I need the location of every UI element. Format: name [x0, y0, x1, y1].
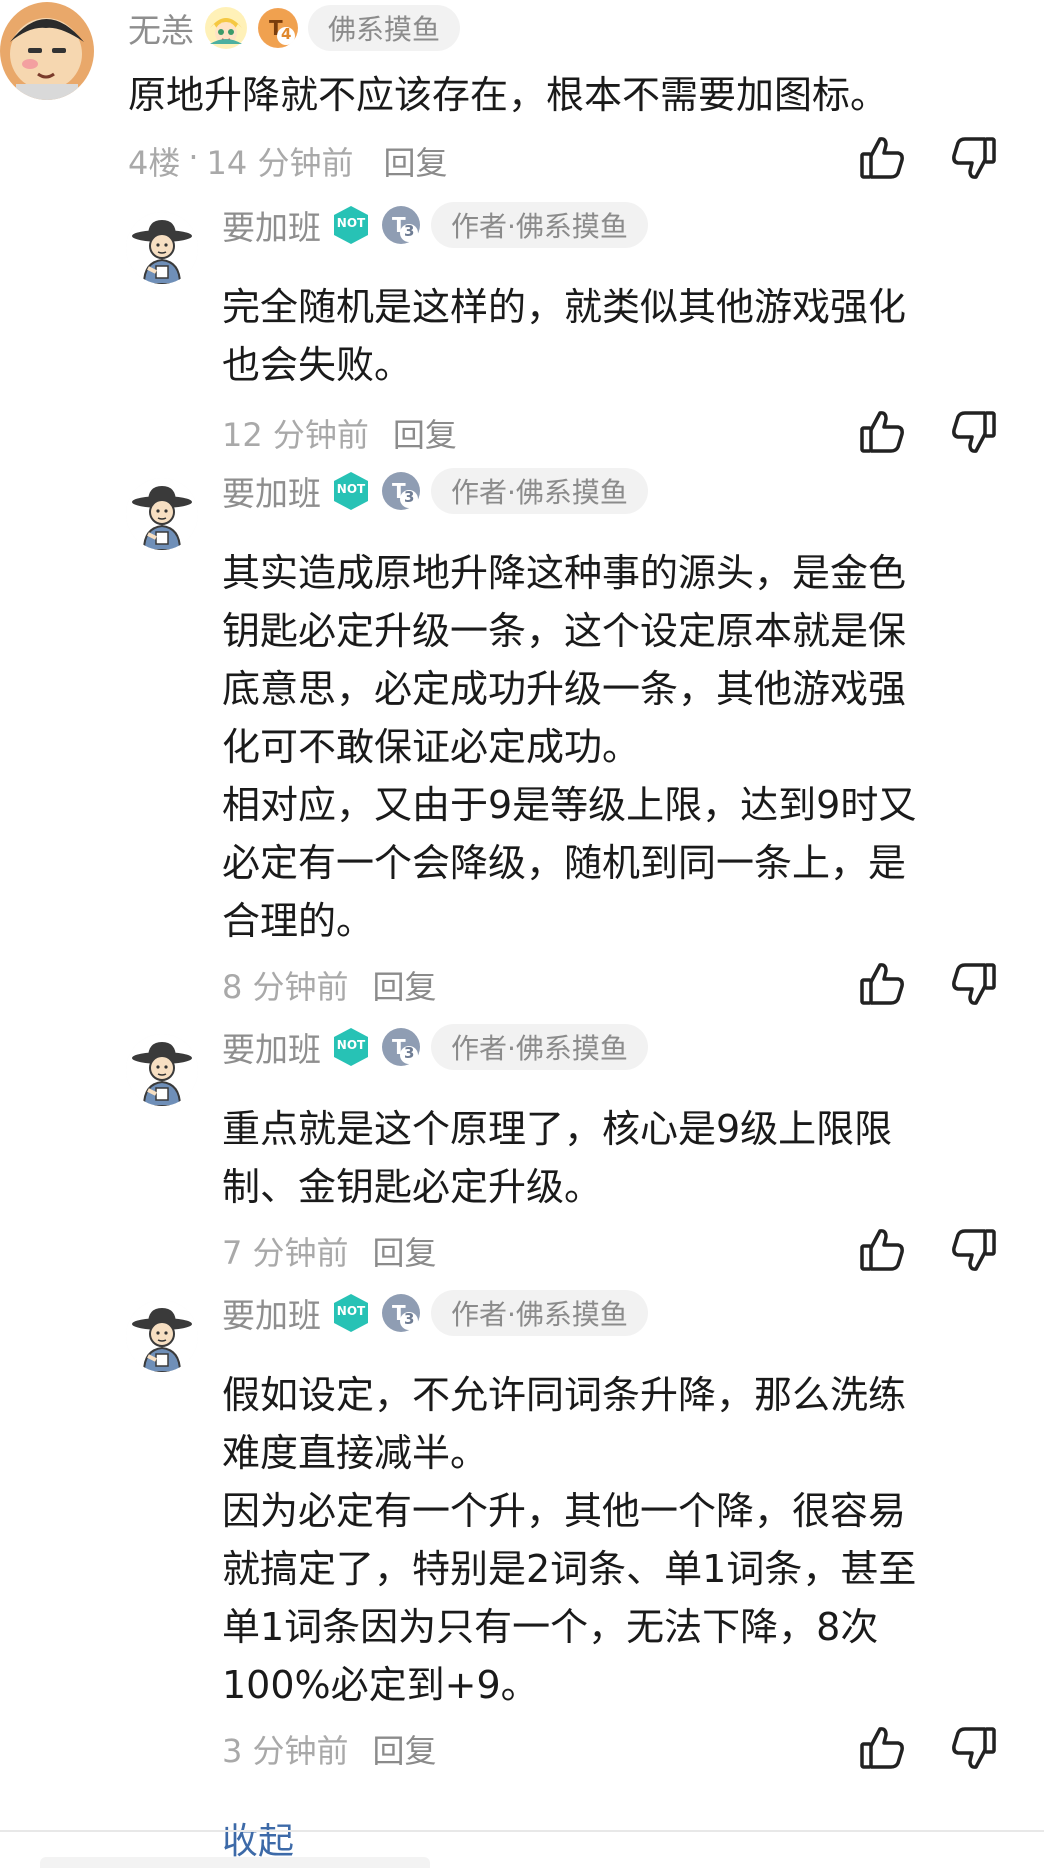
level-badge: T 3	[381, 1027, 421, 1067]
level-number: 3	[404, 1044, 415, 1062]
comment-line: 就搞定了，特别是2词条、单1词条，甚至	[222, 1547, 917, 1591]
comment-line: 合理的。	[222, 899, 375, 943]
level-badge: T 3	[381, 205, 421, 245]
author-tag[interactable]: 作者·佛系摸鱼	[431, 1290, 648, 1336]
reply-button[interactable]: 回复	[373, 1726, 437, 1772]
author-name[interactable]: 要加班	[222, 1289, 321, 1337]
reply-button[interactable]: 回复	[373, 1228, 437, 1274]
avatar[interactable]	[126, 478, 198, 550]
author-tag[interactable]: 作者·佛系摸鱼	[431, 202, 648, 248]
comment-line: 难度直接减半。	[222, 1431, 489, 1475]
dislike-button[interactable]	[950, 408, 998, 456]
level-number: 3	[404, 1310, 415, 1328]
level-number: 3	[404, 488, 415, 506]
thumbs-up-icon	[860, 137, 904, 179]
dislike-button[interactable]	[950, 1724, 998, 1772]
character-badge-icon	[204, 6, 248, 50]
like-button[interactable]	[858, 960, 906, 1008]
timestamp: 3 分钟前	[222, 1732, 349, 1770]
like-button[interactable]	[858, 134, 906, 182]
level-badge: T 4	[258, 8, 298, 48]
thumbs-up-icon	[860, 963, 904, 1005]
comment-text: 原地升降就不应该存在，根本不需要加图标。	[128, 66, 888, 124]
author-tag[interactable]: 作者·佛系摸鱼	[431, 468, 648, 514]
thumbs-down-icon	[952, 1229, 996, 1271]
comment-line: 100%必定到+9。	[222, 1663, 539, 1707]
level-number: 3	[404, 222, 415, 240]
timestamp: 12 分钟前	[222, 416, 369, 454]
thumbs-down-icon	[952, 137, 996, 179]
input-bar[interactable]	[40, 1857, 430, 1868]
level-badge: T 3	[381, 1293, 421, 1333]
like-button[interactable]	[858, 1226, 906, 1274]
divider	[0, 1830, 1044, 1832]
not-badge-text: NOT	[336, 1304, 366, 1318]
author-tag[interactable]: 作者·佛系摸鱼	[431, 1024, 648, 1070]
comment-line: 假如设定，不允许同词条升降，那么洗练	[222, 1373, 907, 1417]
not-badge-text: NOT	[336, 216, 366, 230]
reply-button[interactable]: 回复	[373, 962, 437, 1008]
comment-line: 单1词条因为只有一个，无法下降，8次	[222, 1605, 879, 1649]
comment-line: 也会失败。	[222, 343, 413, 387]
comment-line: 完全随机是这样的，就类似其他游戏强化	[222, 285, 907, 329]
not-badge: NOT	[331, 1027, 371, 1067]
dot-separator: ·	[188, 138, 199, 176]
author-name[interactable]: 无恙	[128, 4, 194, 52]
group-tag[interactable]: 佛系摸鱼	[308, 5, 461, 51]
avatar[interactable]	[126, 1300, 198, 1372]
author-name[interactable]: 要加班	[222, 467, 321, 515]
reply-button[interactable]: 回复	[383, 138, 447, 184]
thumbs-down-icon	[952, 963, 996, 1005]
thumbs-up-icon	[860, 1229, 904, 1271]
level-badge: T 3	[381, 471, 421, 511]
timestamp: 8 分钟前	[222, 968, 349, 1006]
dislike-button[interactable]	[950, 134, 998, 182]
timestamp: 14 分钟前	[206, 144, 354, 182]
thumbs-down-icon	[952, 1727, 996, 1769]
comment-line: 其实造成原地升降这种事的源头，是金色	[222, 551, 907, 595]
comment-line: 化可不敢保证必定成功。	[222, 725, 641, 769]
floor-number: 4楼	[128, 144, 181, 182]
comment-thread: 无恙 T 4 佛系摸鱼 原地升降就不应该存在，根本不需要加图标。 4楼 · 14…	[0, 0, 1044, 1868]
comment-line: 相对应，又由于9是等级上限，达到9时又	[222, 783, 917, 827]
not-badge: NOT	[331, 205, 371, 245]
comment-text: 其实造成原地升降这种事的源头，是金色 钥匙必定升级一条，这个设定原本就是保 底意思，…	[222, 544, 916, 950]
not-badge-text: NOT	[336, 482, 366, 496]
comment-line: 必定有一个会降级，随机到同一条上，是	[222, 841, 907, 885]
not-badge-text: NOT	[336, 1038, 366, 1052]
author-name[interactable]: 要加班	[222, 201, 321, 249]
comment-line: 重点就是这个原理了，核心是9级上限限	[222, 1107, 893, 1151]
level-number: 4	[281, 25, 292, 43]
author-name[interactable]: 要加班	[222, 1023, 321, 1071]
comment-line: 制、金钥匙必定升级。	[222, 1165, 603, 1209]
comment-text: 重点就是这个原理了，核心是9级上限限 制、金钥匙必定升级。	[222, 1100, 892, 1216]
thumbs-up-icon	[860, 1727, 904, 1769]
comment-text: 假如设定，不允许同词条升降，那么洗练 难度直接减半。因为必定有一个升，其他一个降，…	[222, 1366, 916, 1714]
thumbs-down-icon	[952, 411, 996, 453]
comment-line: 钥匙必定升级一条，这个设定原本就是保	[222, 609, 907, 653]
dislike-button[interactable]	[950, 960, 998, 1008]
comment-text: 完全随机是这样的，就类似其他游戏强化 也会失败。	[222, 278, 906, 394]
comment-line: 底意思，必定成功升级一条，其他游戏强	[222, 667, 907, 711]
not-badge: NOT	[331, 471, 371, 511]
dislike-button[interactable]	[950, 1226, 998, 1274]
not-badge: NOT	[331, 1293, 371, 1333]
comment-line: 原地升降就不应该存在，根本不需要加图标。	[128, 73, 889, 117]
thumbs-up-icon	[860, 411, 904, 453]
reply-button[interactable]: 回复	[393, 410, 457, 456]
timestamp: 7 分钟前	[222, 1234, 349, 1272]
comment-line: 因为必定有一个升，其他一个降，很容易	[222, 1489, 907, 1533]
avatar[interactable]	[126, 1034, 198, 1106]
avatar[interactable]	[0, 2, 94, 100]
like-button[interactable]	[858, 1724, 906, 1772]
avatar[interactable]	[126, 212, 198, 284]
like-button[interactable]	[858, 408, 906, 456]
